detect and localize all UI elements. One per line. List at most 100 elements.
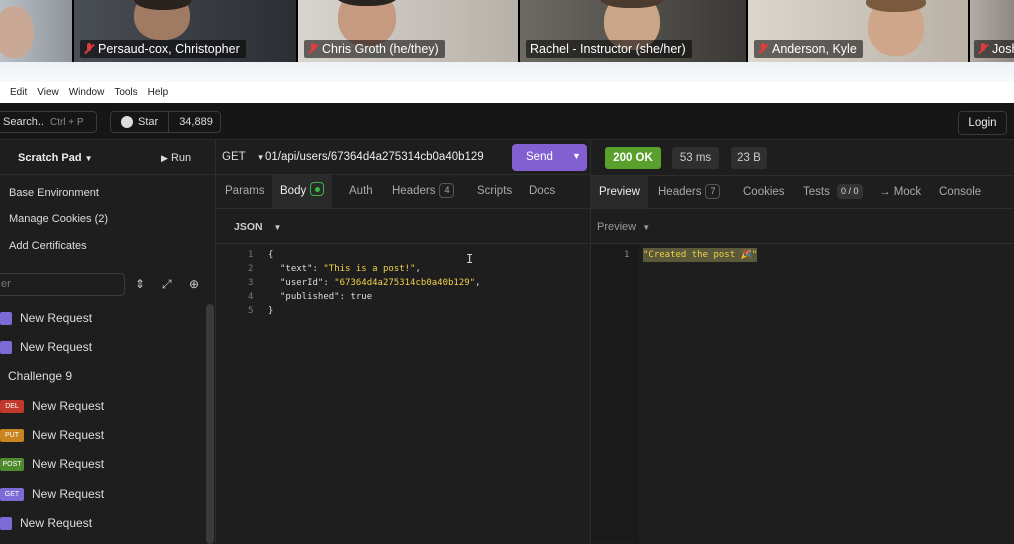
tab-scripts[interactable]: Scripts xyxy=(477,175,512,208)
manage-cookies-link[interactable]: Manage Cookies (2) xyxy=(9,213,108,225)
video-tile-josh[interactable]: Josh xyxy=(970,0,1014,62)
chevron-down-icon: ▼ xyxy=(256,153,265,162)
tab-headers[interactable]: Headers 4 xyxy=(392,175,455,208)
filter-input[interactable]: er xyxy=(0,273,125,296)
scratch-pad-label: Scratch Pad xyxy=(18,152,82,164)
request-label: New Request xyxy=(20,340,93,354)
tests-count: 0 / 0 xyxy=(837,184,863,199)
line-number: 5 xyxy=(248,306,254,316)
request-tabs: Params Body Auth Headers 4 Scripts Docs xyxy=(216,175,590,209)
method-badge: POST xyxy=(0,457,24,471)
preview-mode-bar: Preview ▼ xyxy=(591,209,1014,244)
menu-tools[interactable]: Tools xyxy=(114,87,137,98)
json-value: "This is a post!" xyxy=(323,264,416,274)
add-certificates-link[interactable]: Add Certificates xyxy=(9,240,87,252)
video-tile-christopher[interactable]: Persaud-cox, Christopher xyxy=(74,0,296,62)
chevron-down-icon: ▼ xyxy=(84,154,93,163)
scratch-pad-dropdown[interactable]: Scratch Pad ▼ xyxy=(18,152,93,164)
response-body[interactable]: 1 "Created the post 🎉" xyxy=(591,244,1014,543)
github-icon xyxy=(121,116,133,128)
method-badge: DEL xyxy=(0,399,24,413)
status-badge: 200 OK xyxy=(605,147,661,169)
video-tile-1[interactable] xyxy=(0,0,72,62)
request-item[interactable]: New Request xyxy=(0,512,92,534)
expand-icon[interactable]: ⤢ xyxy=(162,277,172,292)
video-strip: Persaud-cox, Christopher Chris Groth (he… xyxy=(0,0,1014,62)
add-icon[interactable]: ⊕ xyxy=(189,277,199,291)
menu-view[interactable]: View xyxy=(37,87,59,98)
headers-count: 4 xyxy=(439,183,455,198)
sort-icon[interactable]: ⇕ xyxy=(135,277,145,291)
participant-name: Rachel - Instructor (she/her) xyxy=(526,40,692,58)
request-body-editor[interactable]: 1 2 3 4 5 { "text": "This is a post!", "… xyxy=(216,244,590,543)
line-number: 1 xyxy=(624,250,630,260)
request-label: New Request xyxy=(32,487,105,501)
json-key: "userId" xyxy=(280,278,324,288)
preview-mode-label: Preview xyxy=(597,221,637,233)
base-environment-link[interactable]: Base Environment xyxy=(9,187,99,199)
tab-response-headers[interactable]: Headers 7 xyxy=(658,176,721,209)
code-line: { xyxy=(268,250,274,260)
github-star-button[interactable]: Star 34,889 xyxy=(110,111,221,133)
scratch-pad-header: Scratch Pad ▼ ▶ Run xyxy=(0,140,216,175)
run-button[interactable]: ▶ Run xyxy=(161,152,191,164)
tab-mock[interactable]: → Mock xyxy=(879,176,921,209)
chevron-down-icon: ▼ xyxy=(572,151,581,161)
method-badge: PUT xyxy=(0,428,24,442)
sidebar-scrollbar[interactable] xyxy=(206,304,214,544)
code-line: "userId": "67364d4a275314cb0a40b129", xyxy=(280,278,481,288)
url-bar: GET ▼ 01/api/users/67364d4a275314cb0a40b… xyxy=(216,140,590,175)
play-icon: ▶ xyxy=(161,153,168,163)
tab-docs[interactable]: Docs xyxy=(529,175,555,208)
body-type-bar: JSON ▼ xyxy=(216,209,590,244)
request-label: New Request xyxy=(20,311,93,325)
request-item[interactable]: New Request xyxy=(0,336,92,358)
tab-params[interactable]: Params xyxy=(225,175,265,208)
folder-label: Challenge 9 xyxy=(8,369,73,383)
code-line: "published": true xyxy=(280,292,373,302)
send-label: Send xyxy=(526,151,553,163)
search-button[interactable]: Search.. Ctrl + P xyxy=(0,111,97,133)
muted-mic-icon xyxy=(308,43,318,55)
response-panel: 200 OK 53 ms 23 B Preview Headers 7 Cooki… xyxy=(590,140,1014,543)
url-input[interactable]: 01/api/users/67364d4a275314cb0a40b129 xyxy=(265,151,495,163)
divider xyxy=(168,112,170,132)
folder-item[interactable]: Challenge 9 xyxy=(8,365,72,387)
response-tabs: Preview Headers 7 Cookies Tests 0 / 0 → M… xyxy=(591,175,1014,209)
video-tile-kyle[interactable]: Anderson, Kyle xyxy=(748,0,968,62)
tab-preview[interactable]: Preview xyxy=(591,176,648,209)
json-key: "text" xyxy=(280,264,313,274)
json-value: true xyxy=(350,292,373,302)
body-type-select[interactable]: JSON ▼ xyxy=(234,221,281,233)
menu-help[interactable]: Help xyxy=(148,87,169,98)
video-tile-chris[interactable]: Chris Groth (he/they) xyxy=(298,0,518,62)
tab-body[interactable]: Body xyxy=(272,175,333,208)
chevron-down-icon: ▼ xyxy=(273,223,282,232)
preview-mode-select[interactable]: Preview ▼ xyxy=(597,221,650,233)
line-number: 3 xyxy=(248,278,254,288)
headers-count: 7 xyxy=(705,184,721,199)
response-text: "Created the post 🎉" xyxy=(643,248,758,262)
video-tile-rachel[interactable]: Rachel - Instructor (she/her) xyxy=(520,0,746,62)
tab-auth[interactable]: Auth xyxy=(349,175,373,208)
menu-edit[interactable]: Edit xyxy=(10,87,27,98)
line-number: 1 xyxy=(248,250,254,260)
active-dot-icon xyxy=(310,182,325,196)
request-item[interactable]: DEL New Request xyxy=(0,395,104,417)
request-item[interactable]: New Request xyxy=(0,307,92,329)
muted-mic-icon xyxy=(84,43,94,55)
tab-tests[interactable]: Tests 0 / 0 xyxy=(803,176,863,209)
request-item[interactable]: GET New Request xyxy=(0,483,104,505)
method-badge xyxy=(0,340,12,354)
method-select[interactable]: GET ▼ xyxy=(222,151,265,163)
code-line: "text": "This is a post!", xyxy=(280,264,421,274)
tab-cookies[interactable]: Cookies xyxy=(743,176,785,209)
login-button[interactable]: Login xyxy=(958,111,1007,135)
tab-console[interactable]: Console xyxy=(939,176,981,209)
request-item[interactable]: POST New Request xyxy=(0,453,104,475)
search-shortcut: Ctrl + P xyxy=(49,117,84,128)
send-button[interactable]: Send ▼ xyxy=(512,144,587,171)
request-label: New Request xyxy=(32,428,105,442)
menu-window[interactable]: Window xyxy=(69,87,105,98)
request-item[interactable]: PUT New Request xyxy=(0,424,104,446)
